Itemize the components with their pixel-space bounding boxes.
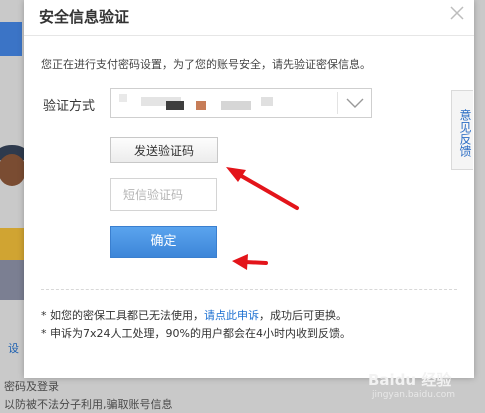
- masked-value: [166, 101, 184, 110]
- feedback-tab[interactable]: 意见反馈: [451, 90, 473, 170]
- footer-divider: [41, 289, 457, 290]
- watermark-brand: Baidu 经验: [368, 371, 452, 389]
- watermark-url: jingyan.baidu.com: [372, 390, 456, 400]
- appeal-link[interactable]: 请点此申诉: [204, 309, 259, 322]
- verification-method-select[interactable]: [110, 88, 372, 118]
- sms-code-input[interactable]: [110, 178, 217, 211]
- background-link[interactable]: 设: [8, 340, 19, 356]
- background-text-line: 以防被不法分子利用,骗取账号信息: [4, 398, 173, 411]
- masked-value: [221, 101, 251, 110]
- footer-text: * 如您的密保工具都已无法使用，: [41, 309, 204, 322]
- footer-text: ，成功后可更换。: [259, 309, 347, 322]
- masked-value: [261, 97, 273, 106]
- confirm-button[interactable]: 确定: [110, 226, 217, 258]
- send-code-button[interactable]: 发送验证码: [110, 137, 218, 163]
- dialog-title: 安全信息验证: [39, 8, 130, 26]
- verification-method-label: 验证方式: [43, 99, 96, 114]
- select-separator: [337, 92, 338, 114]
- dialog-divider: [24, 35, 474, 36]
- masked-value: [196, 101, 206, 110]
- chevron-down-icon[interactable]: [345, 95, 365, 111]
- masked-value: [119, 94, 127, 102]
- security-verification-dialog: 安全信息验证 您正在进行支付密码设置，为了您的账号安全，请先验证密保信息。 验证…: [24, 0, 474, 378]
- footer-line-appeal: * 如您的密保工具都已无法使用，请点此申诉，成功后可更换。: [41, 307, 347, 323]
- close-icon[interactable]: [448, 4, 466, 22]
- notice-text: 您正在进行支付密码设置，为了您的账号安全，请先验证密保信息。: [41, 58, 371, 71]
- background-text-line: 密码及登录: [4, 380, 59, 393]
- background-banner: [0, 22, 22, 56]
- footer-line-processing: * 申诉为7x24人工处理，90%的用户都会在4小时内收到反馈。: [41, 327, 351, 340]
